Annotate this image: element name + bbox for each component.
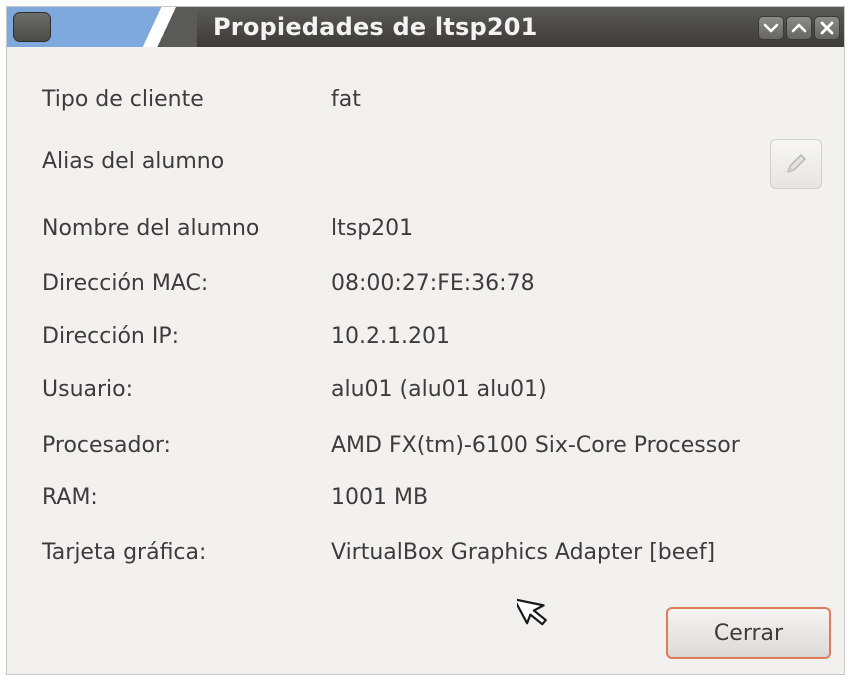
value-procesador: AMD FX(tm)-6100 Six-Core Processor: [331, 433, 740, 458]
title-bar[interactable]: Propiedades de ltsp201: [7, 7, 844, 47]
close-window-button[interactable]: [814, 16, 840, 40]
label-ram: RAM:: [42, 485, 98, 510]
mouse-cursor-icon: [517, 598, 547, 626]
minimize-icon: [763, 23, 779, 33]
close-icon: [820, 21, 834, 35]
label-tipo-cliente: Tipo de cliente: [42, 87, 204, 112]
value-ram: 1001 MB: [331, 485, 429, 510]
pencil-icon: [787, 154, 806, 173]
close-button[interactable]: Cerrar: [666, 607, 831, 659]
maximize-icon: [791, 23, 807, 33]
value-direccion-mac: 08:00:27:FE:36:78: [331, 271, 535, 296]
value-nombre-alumno: ltsp201: [331, 216, 414, 241]
value-tarjeta-grafica: VirtualBox Graphics Adapter [beef]: [331, 540, 716, 565]
value-usuario: alu01 (alu01 alu01): [331, 377, 547, 402]
label-direccion-mac: Dirección MAC:: [42, 271, 209, 296]
edit-alias-button[interactable]: [770, 139, 822, 189]
label-procesador: Procesador:: [42, 433, 171, 458]
value-tipo-cliente: fat: [331, 87, 361, 112]
label-usuario: Usuario:: [42, 377, 134, 402]
maximize-button[interactable]: [786, 16, 812, 40]
label-alias-alumno: Alias del alumno: [42, 149, 225, 174]
label-nombre-alumno: Nombre del alumno: [42, 216, 260, 241]
window-controls: [758, 16, 840, 40]
label-direccion-ip: Dirección IP:: [42, 324, 180, 349]
window-title: Propiedades de ltsp201: [213, 13, 538, 41]
label-tarjeta-grafica: Tarjeta gráfica:: [42, 540, 207, 565]
value-direccion-ip: 10.2.1.201: [331, 324, 450, 349]
properties-dialog: Propiedades de ltsp201 Tipo de cliente f…: [6, 6, 845, 675]
minimize-button[interactable]: [758, 16, 784, 40]
window-menu-button[interactable]: [13, 12, 51, 42]
